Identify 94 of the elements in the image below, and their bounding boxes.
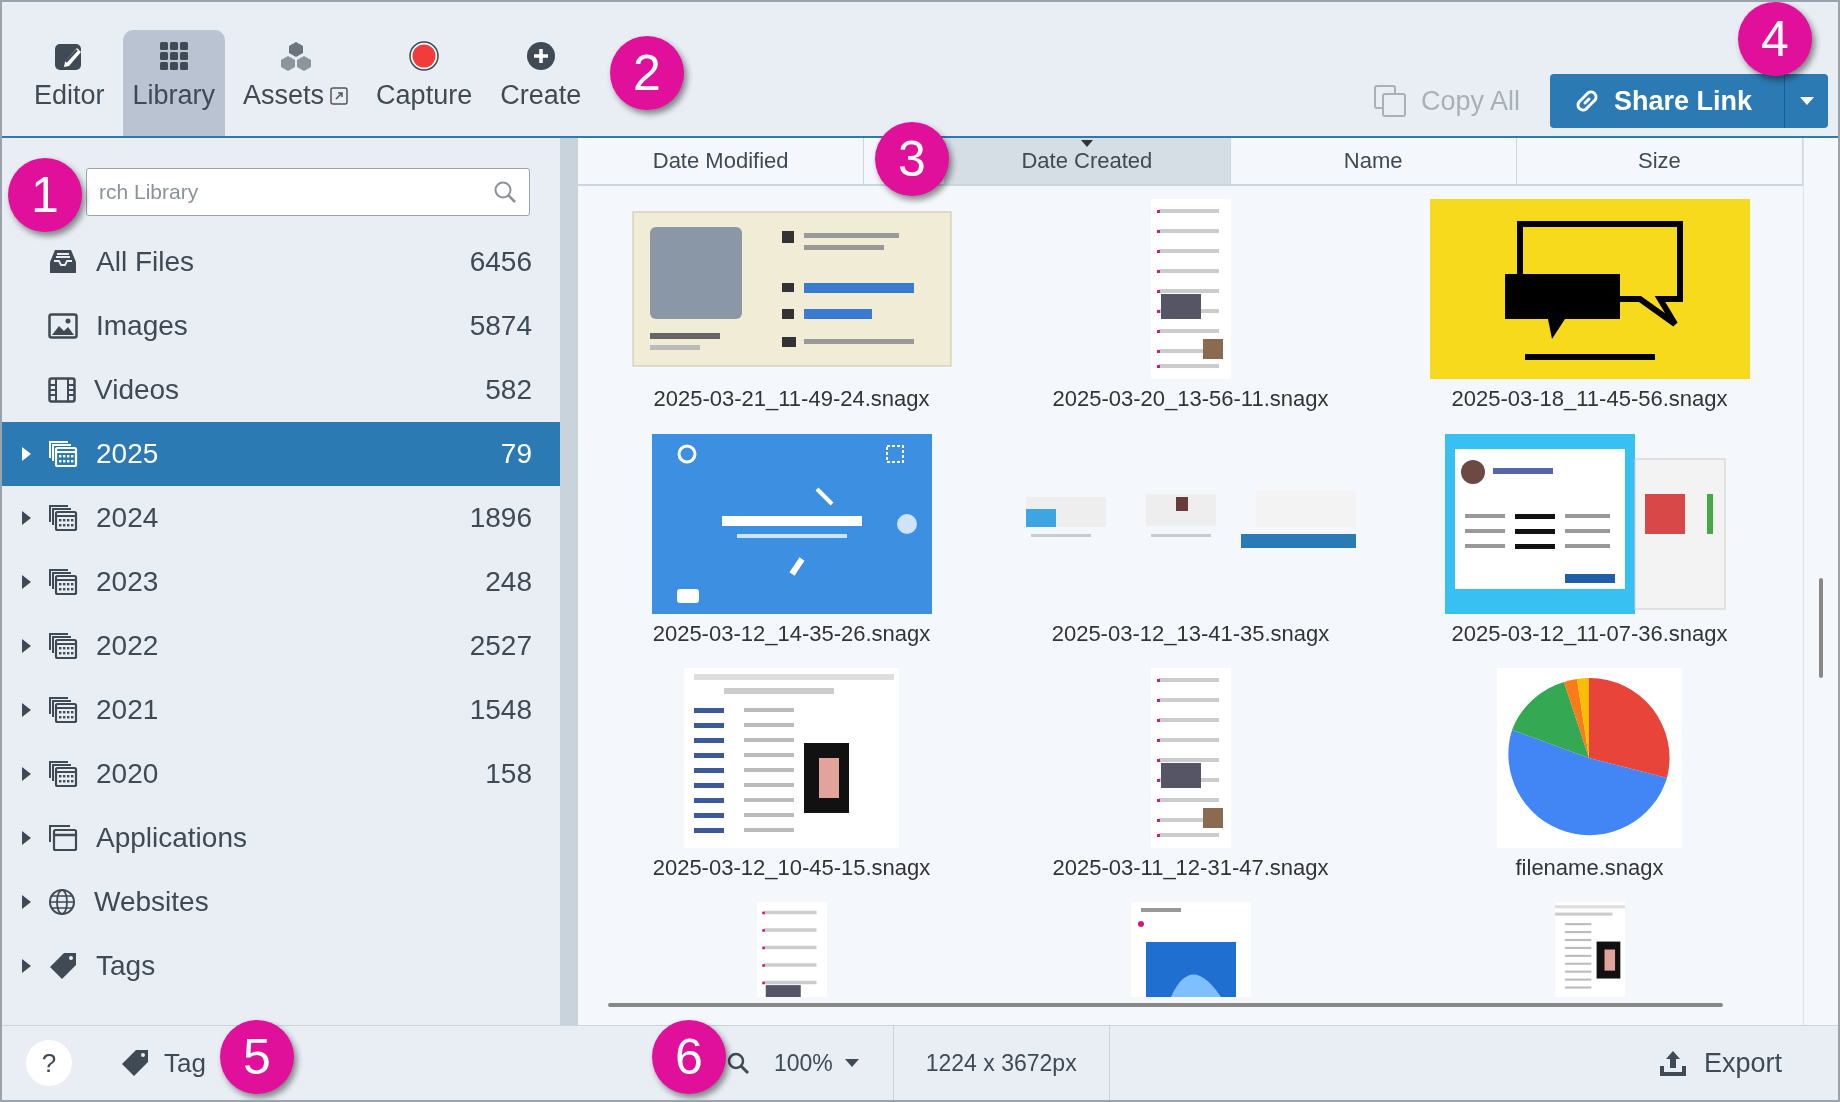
- callout-badge: 2: [610, 36, 684, 110]
- sidebar-item[interactable]: Websites: [2, 870, 560, 934]
- item-label: 2024: [96, 502, 160, 534]
- item-label: 2023: [96, 566, 160, 598]
- export-button[interactable]: Export: [1657, 1047, 1782, 1079]
- copy-icon: [1372, 84, 1407, 118]
- sidebar-item[interactable]: All Files 6456: [2, 230, 560, 294]
- expand-arrow-icon[interactable]: [22, 511, 31, 525]
- expand-arrow-icon[interactable]: [22, 575, 31, 589]
- tag-icon: [120, 1049, 150, 1077]
- item-count: 1896: [469, 502, 532, 534]
- item-label: Images: [96, 310, 189, 342]
- sidebar-item[interactable]: 2022 2527: [2, 614, 560, 678]
- item-count: 248: [485, 566, 532, 598]
- file-name: filename.snagx: [1515, 855, 1664, 881]
- caret-down-icon: [844, 1059, 859, 1067]
- toolbar-tab[interactable]: Library: [122, 30, 226, 136]
- sidebar-item[interactable]: Videos 582: [2, 358, 560, 422]
- sidebar-item[interactable]: Applications: [2, 806, 560, 870]
- item-count: 582: [485, 374, 532, 406]
- file-name: 2025-03-21_11-49-24.snagx: [653, 386, 930, 412]
- file-name: 2025-03-12_13-41-35.snagx: [1051, 620, 1330, 647]
- expand-arrow-icon[interactable]: [22, 703, 31, 717]
- tag-button[interactable]: Tag: [120, 1047, 206, 1079]
- file-name: 2025-03-18_11-45-56.snagx: [1451, 386, 1728, 412]
- horizontal-scrollbar[interactable]: [608, 1003, 1723, 1007]
- item-label: Videos: [94, 374, 181, 406]
- item-count: 2527: [469, 630, 532, 662]
- expand-arrow-icon[interactable]: [22, 959, 31, 973]
- sidebar-item[interactable]: 2024 1896: [2, 486, 560, 550]
- caret-down-icon: [1799, 97, 1814, 105]
- image-dimensions: 1224 x 3672px: [893, 1026, 1110, 1100]
- calendar-stack-icon: [48, 504, 78, 532]
- calendar-stack-icon: [48, 568, 78, 596]
- external-link-icon: [330, 86, 349, 105]
- globe-icon: [48, 888, 76, 916]
- expand-arrow-icon[interactable]: [22, 895, 31, 909]
- toolbar-tab[interactable]: Editor: [24, 30, 115, 136]
- item-count: 1548: [469, 694, 532, 726]
- callout-badge: 4: [1738, 2, 1812, 76]
- sidebar-item[interactable]: 2020 158: [2, 742, 560, 806]
- calendar-stack-icon: [48, 440, 78, 468]
- item-label: Applications: [96, 822, 248, 854]
- sidebar-item[interactable]: Images 5874: [2, 294, 560, 358]
- item-count: 6456: [469, 246, 532, 278]
- grid-icon: [157, 40, 190, 72]
- callout-badge: 5: [220, 1020, 294, 1094]
- sidebar-item[interactable]: Tags: [2, 934, 560, 998]
- calendar-stack-icon: [48, 696, 78, 724]
- search-box[interactable]: rch Library: [86, 168, 530, 216]
- sort-arrow-icon: [1080, 140, 1093, 147]
- file-name: 2025-03-11_12-31-47.snagx: [1052, 855, 1329, 881]
- search-input[interactable]: rch Library: [97, 179, 493, 205]
- item-count: 79: [500, 438, 532, 470]
- item-label: All Files: [96, 246, 195, 278]
- callout-badge: 6: [652, 1020, 726, 1094]
- film-icon: [48, 377, 76, 403]
- item-label: 2021: [96, 694, 160, 726]
- toolbar-tab[interactable]: Create: [490, 30, 592, 136]
- sidebar-item[interactable]: 2021 1548: [2, 678, 560, 742]
- record-icon: [408, 40, 441, 72]
- plus-circle-icon: [524, 40, 557, 72]
- sidebar-item[interactable]: 2025 79: [2, 422, 560, 486]
- item-label: 2022: [96, 630, 160, 662]
- image-icon: [48, 313, 78, 339]
- calendar-stack-icon: [48, 632, 78, 660]
- zoom-dropdown[interactable]: 100%: [773, 1049, 859, 1077]
- item-label: Tags: [96, 950, 157, 982]
- zoom-icon[interactable]: [725, 1051, 750, 1075]
- item-label: 2020: [96, 758, 160, 790]
- search-icon: [493, 180, 517, 204]
- file-name: 2025-03-12_11-07-36.snagx: [1451, 620, 1728, 647]
- calendar-stack-icon: [48, 760, 78, 788]
- expand-arrow-icon[interactable]: [22, 831, 31, 845]
- toolbar-tab[interactable]: Assets: [233, 30, 359, 136]
- sort-column-header[interactable]: Date Created: [944, 138, 1231, 184]
- vertical-scrollbar[interactable]: [1819, 578, 1823, 678]
- item-count: 5874: [469, 310, 532, 342]
- expand-arrow-icon[interactable]: [22, 447, 31, 461]
- tag-icon: [48, 952, 78, 980]
- expand-arrow-icon[interactable]: [22, 767, 31, 781]
- item-count: 158: [485, 758, 532, 790]
- callout-badge: 1: [8, 158, 82, 232]
- tray-icon: [48, 248, 78, 276]
- file-name: 2025-03-20_13-56-11.snagx: [1052, 386, 1329, 412]
- windows-icon: [48, 824, 78, 852]
- toolbar-tab[interactable]: Capture: [366, 30, 483, 136]
- file-name: 2025-03-12_10-45-15.snagx: [652, 855, 931, 881]
- sidebar-item[interactable]: 2023 248: [2, 550, 560, 614]
- help-button[interactable]: ?: [26, 1040, 72, 1086]
- file-name: 2025-03-12_14-35-26.snagx: [652, 620, 931, 647]
- expand-arrow-icon[interactable]: [22, 639, 31, 653]
- item-label: Websites: [94, 886, 210, 918]
- item-label: 2025: [96, 438, 160, 470]
